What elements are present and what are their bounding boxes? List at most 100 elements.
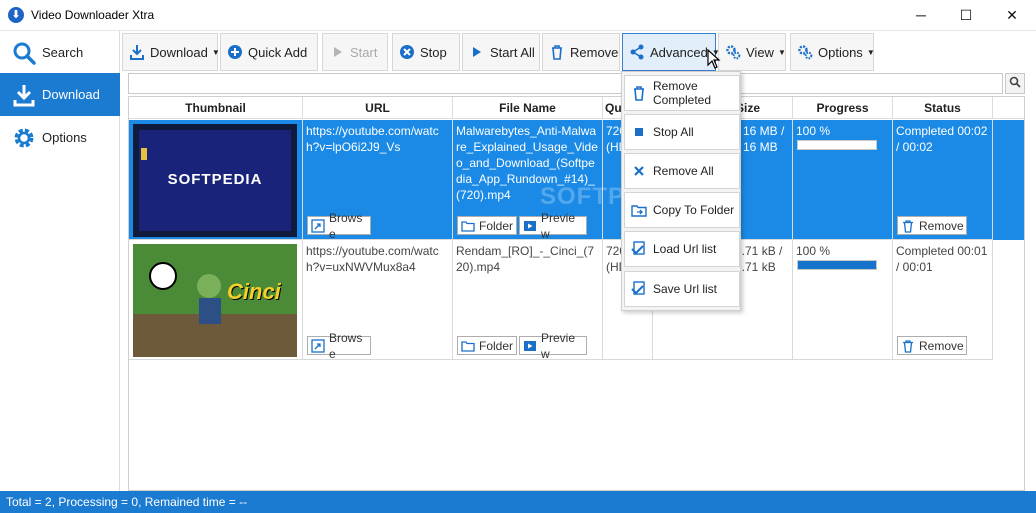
search-icon: [12, 41, 36, 65]
progress-bar: [797, 260, 877, 270]
search-input[interactable]: [128, 73, 1003, 94]
start-all-button[interactable]: Start All: [462, 33, 540, 71]
progress-text: 100 %: [796, 124, 831, 138]
menu-item-label: Stop All: [653, 125, 694, 139]
remove-button[interactable]: Remove: [542, 33, 620, 71]
remove-button-label: Remove: [919, 338, 964, 353]
progress-cell: 100 %: [793, 120, 893, 240]
browse-button-label: Browse: [329, 210, 363, 240]
search-button[interactable]: [1005, 73, 1025, 94]
column-header-progress[interactable]: Progress: [793, 97, 893, 119]
preview-button[interactable]: Preview: [519, 211, 587, 239]
table-row[interactable]: SOFTPEDIA https://youtube.com/watch?v=lp…: [129, 120, 1024, 240]
menu-item-load-url-list[interactable]: Load Url list: [624, 231, 740, 267]
menu-item-label: Remove Completed: [653, 79, 712, 107]
table-header: Thumbnail URL File Name Qu Size Progress…: [129, 97, 1024, 119]
progress-fill: [798, 261, 876, 269]
column-header-file-name[interactable]: File Name: [453, 97, 603, 119]
menu-item-label: Save Url list: [653, 282, 718, 296]
file-name-cell: Malwarebytes_Anti-Malware_Explained_Usag…: [453, 120, 603, 240]
copy-folder-icon: [631, 202, 647, 218]
preview-button-label: Preview: [541, 210, 576, 240]
advanced-menu: Remove Completed Stop All Remove All Cop…: [621, 71, 741, 311]
view-button[interactable]: View ▼: [718, 33, 786, 71]
view-button-label: View: [746, 44, 774, 60]
status-text: Completed 00:01 / 00:01: [896, 244, 988, 274]
download-button[interactable]: Download ▼: [122, 33, 220, 71]
browse-icon: [311, 338, 325, 353]
menu-item-save-url-list[interactable]: Save Url list: [624, 271, 740, 307]
menu-item-remove-all[interactable]: Remove All: [624, 153, 740, 189]
table-row[interactable]: Cinci https://youtube.com/watch?v=uxNWVM…: [129, 240, 1024, 360]
close-button[interactable]: ✕: [989, 0, 1035, 31]
folder-button[interactable]: Folder: [457, 336, 517, 355]
sidebar-item-options[interactable]: Options: [0, 116, 120, 159]
chevron-down-icon: ▼: [777, 47, 786, 57]
row-remove-button[interactable]: Remove: [897, 216, 967, 235]
url-cell: https://youtube.com/watch?v=lpO6i2J9_Vs …: [303, 120, 453, 240]
menu-item-label: Remove All: [653, 164, 714, 178]
trash-icon: [549, 44, 565, 60]
window-title: Video Downloader Xtra: [31, 8, 155, 22]
app-download-icon: ⬇: [8, 7, 24, 23]
title-bar: ⬇ Video Downloader Xtra ─ ☐ ✕: [0, 0, 1036, 31]
download-icon: [12, 83, 36, 107]
file-name-text: Rendam_[RO]_-_Cinci_(720).mp4: [456, 244, 595, 274]
browse-button-label: Browse: [329, 330, 363, 360]
remove-button-label: Remove: [919, 218, 964, 233]
browse-button[interactable]: Browse: [307, 331, 371, 359]
download-button-label: Download: [150, 44, 208, 60]
search-icon: [1009, 76, 1021, 91]
preview-button[interactable]: Preview: [519, 331, 587, 359]
thumbnail-text: SOFTPEDIA: [167, 171, 263, 188]
stop-button[interactable]: Stop: [392, 33, 460, 71]
stop-square-icon: [631, 124, 647, 140]
sidebar-item-label: Search: [42, 45, 84, 60]
advanced-button[interactable]: Advanced ▼: [622, 33, 720, 71]
sidebar-item-search[interactable]: Search: [0, 31, 120, 74]
url-text: https://youtube.com/watch?v=lpO6i2J9_Vs: [306, 124, 439, 154]
folder-button[interactable]: Folder: [457, 216, 517, 235]
menu-item-label: Copy To Folder: [653, 203, 735, 217]
status-bar: Total = 2, Processing = 0, Remained time…: [0, 491, 1036, 513]
mouse-cursor-icon: [707, 48, 721, 72]
column-header-thumbnail[interactable]: Thumbnail: [129, 97, 303, 119]
advanced-button-label: Advanced: [650, 44, 708, 60]
sidebar-item-label: Options: [42, 130, 87, 145]
video-thumbnail: Cinci: [133, 244, 297, 357]
trash-icon: [901, 219, 915, 233]
folder-button-label: Folder: [479, 218, 514, 233]
menu-item-stop-all[interactable]: Stop All: [624, 114, 740, 150]
film-icon: [523, 339, 537, 353]
menu-item-remove-completed[interactable]: Remove Completed: [624, 75, 740, 111]
file-name-cell: Rendam_[RO]_-_Cinci_(720).mp4 Folder Pre…: [453, 240, 603, 360]
gears-icon: [797, 44, 813, 60]
downloads-table: Thumbnail URL File Name Qu Size Progress…: [128, 96, 1025, 491]
url-cell: https://youtube.com/watch?v=uxNWVMux8a4 …: [303, 240, 453, 360]
column-header-status[interactable]: Status: [893, 97, 993, 119]
start-all-button-label: Start All: [490, 44, 535, 60]
remove-button-label: Remove: [570, 44, 619, 60]
options-button-label: Options: [818, 44, 863, 60]
menu-item-copy-to-folder[interactable]: Copy To Folder: [624, 192, 740, 228]
browse-button[interactable]: Browse: [307, 211, 371, 239]
start-button[interactable]: Start: [322, 33, 388, 71]
folder-icon: [461, 219, 475, 233]
sidebar-item-download[interactable]: Download: [0, 73, 120, 116]
trash-icon: [901, 339, 915, 353]
column-header-url[interactable]: URL: [303, 97, 453, 119]
save-list-icon: [631, 281, 647, 297]
sidebar-item-label: Download: [42, 87, 100, 102]
quick-add-button-label: Quick Add: [248, 44, 308, 60]
quick-add-button[interactable]: Quick Add: [220, 33, 318, 71]
status-cell: Completed 00:01 / 00:01 Remove: [893, 240, 993, 360]
minimize-button[interactable]: ─: [898, 0, 944, 31]
options-button[interactable]: Options ▼: [790, 33, 875, 71]
row-remove-button[interactable]: Remove: [897, 336, 967, 355]
progress-fill: [798, 141, 876, 149]
maximize-button[interactable]: ☐: [943, 0, 989, 31]
url-text: https://youtube.com/watch?v=uxNWVMux8a4: [306, 244, 439, 274]
search-row: [128, 73, 1025, 94]
plus-circle-icon: [227, 44, 243, 60]
load-list-icon: [631, 241, 647, 257]
